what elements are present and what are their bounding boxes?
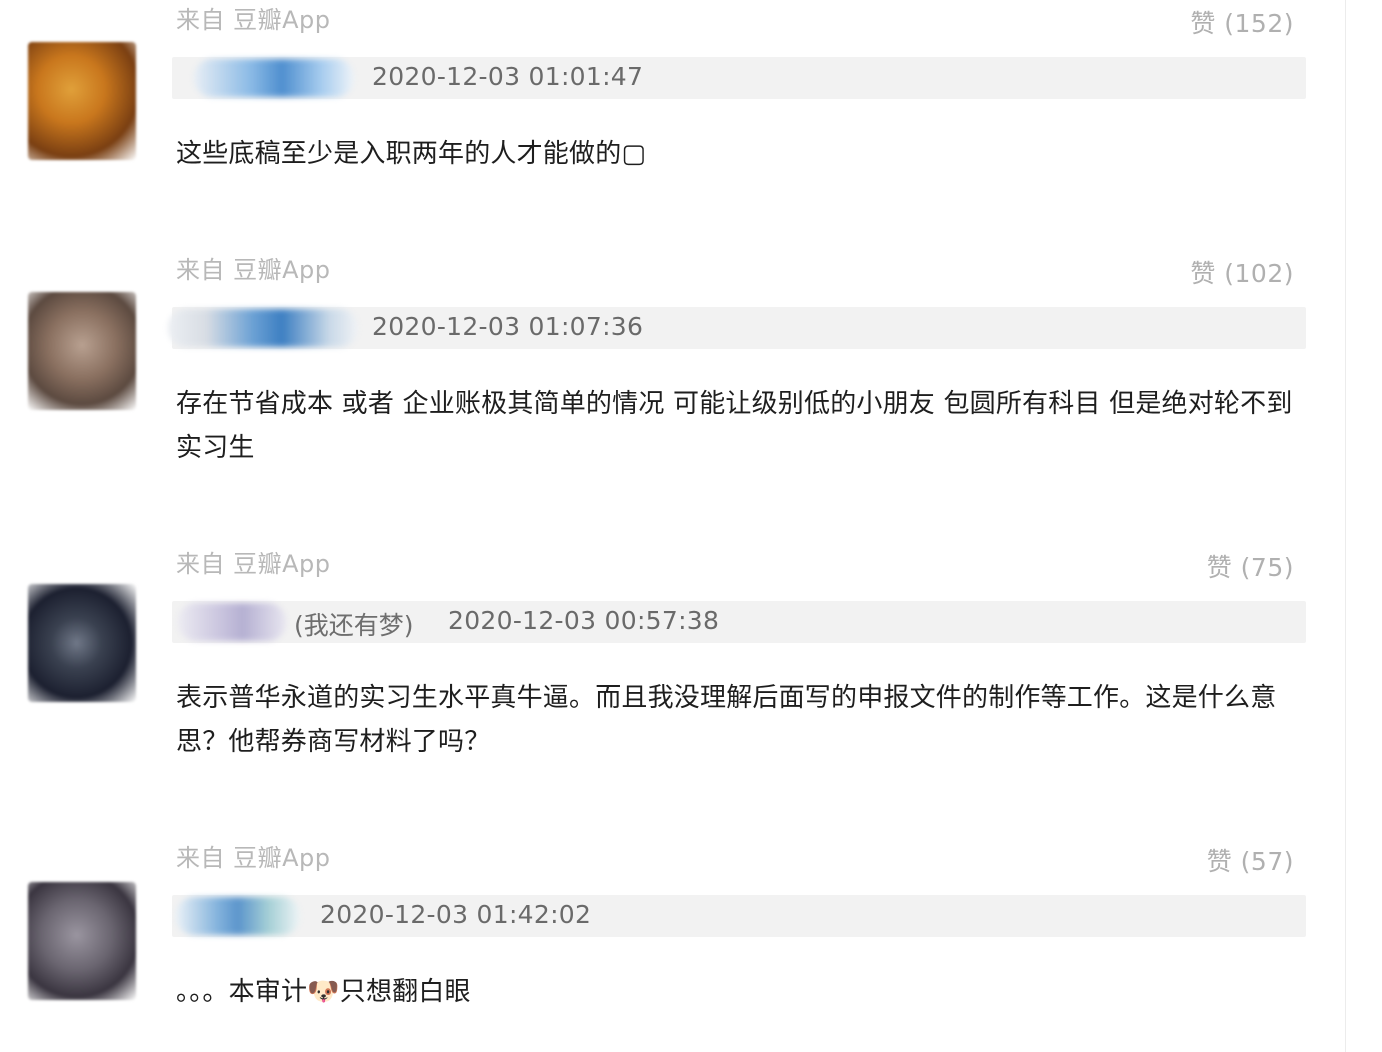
username-redacted[interactable] xyxy=(194,59,354,97)
like-button[interactable]: 赞 (152) xyxy=(1190,4,1294,40)
avatar[interactable] xyxy=(28,882,136,1000)
comment-meta-bar: 2020-12-03 01:07:36 xyxy=(168,307,1306,349)
comment-time: 2020-12-03 00:57:38 xyxy=(448,606,720,635)
like-button[interactable]: 赞 (75) xyxy=(1207,548,1294,584)
scrollbar-track[interactable] xyxy=(1345,0,1382,1052)
source-label: 来自 豆瓣App xyxy=(176,844,331,872)
comment-time: 2020-12-03 01:01:47 xyxy=(372,62,644,91)
like-button[interactable]: 赞 (57) xyxy=(1207,842,1294,878)
username-redacted[interactable] xyxy=(176,897,300,935)
source-label: 来自 豆瓣App xyxy=(176,6,331,34)
comment-meta-bar: (我还有梦) 2020-12-03 00:57:38 xyxy=(172,601,1306,643)
like-button[interactable]: 赞 (102) xyxy=(1190,254,1294,290)
avatar[interactable] xyxy=(28,42,136,160)
comment-text: 表示普华永道的实习生水平真牛逼。而且我没理解后面写的申报文件的制作等工作。这是什… xyxy=(176,683,1277,757)
comment-time: 2020-12-03 01:07:36 xyxy=(372,312,644,341)
comment-time: 2020-12-03 01:42:02 xyxy=(320,900,592,929)
source-label: 来自 豆瓣App xyxy=(176,550,331,578)
comment-text: 。。。本审计🐶只想翻白眼 xyxy=(176,977,471,1007)
comment-text: 这些底稿至少是入职两年的人才能做的▢ xyxy=(176,139,647,169)
avatar[interactable] xyxy=(28,584,136,702)
comment-meta-bar: 2020-12-03 01:01:47 xyxy=(172,57,1306,99)
comment-meta-bar: 2020-12-03 01:42:02 xyxy=(172,895,1306,937)
username-redacted[interactable] xyxy=(168,309,358,347)
comment-nickname[interactable]: (我还有梦) xyxy=(294,606,414,642)
comment-text: 存在节省成本 或者 企业账极其简单的情况 可能让级别低的小朋友 包圆所有科目 但… xyxy=(176,389,1293,463)
username-redacted[interactable] xyxy=(178,603,286,641)
avatar[interactable] xyxy=(28,292,136,410)
source-label: 来自 豆瓣App xyxy=(176,256,331,284)
